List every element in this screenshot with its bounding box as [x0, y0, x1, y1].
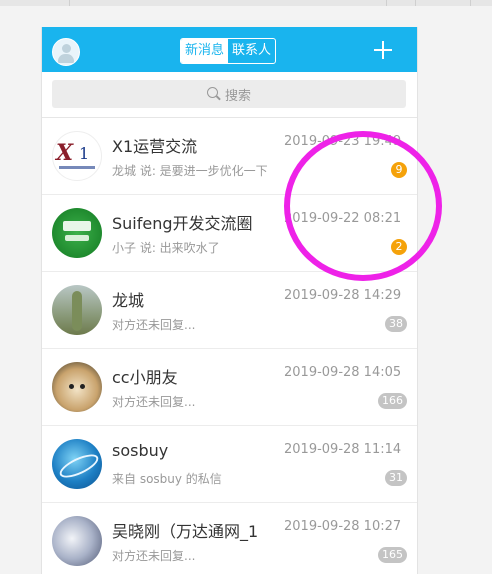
conversation-item[interactable]: Suifeng开发交流圈 2019-09-22 08:21 小子 说: 出来吹水… [42, 195, 417, 272]
conversation-time: 2019-09-28 14:29 [284, 288, 402, 303]
chat-panel: 新消息 联系人 搜索 X1 X1运营交流 2019-09-23 19:49 龙城… [41, 27, 418, 574]
conversation-preview: 对方还未回复... [112, 395, 196, 409]
tab-new-messages[interactable]: 新消息 [181, 39, 229, 63]
water-drops-avatar [52, 516, 102, 566]
x1-logo-avatar: X1 [52, 131, 102, 181]
conversation-preview: 龙城 说: 是要进一步优化一下 [112, 164, 268, 178]
conversation-time: 2019-09-23 19:49 [284, 134, 402, 149]
conversation-preview: 对方还未回复... [112, 318, 196, 332]
globe-avatar [52, 439, 102, 489]
conversation-preview: 来自 sosbuy 的私信 [112, 472, 222, 486]
conversation-time: 2019-09-28 10:27 [284, 519, 402, 534]
unread-badge: 38 [385, 316, 407, 332]
search-input[interactable]: 搜索 [52, 80, 406, 108]
tab-switcher: 新消息 联系人 [180, 38, 277, 64]
top-strip [0, 0, 492, 6]
conversation-name: X1运营交流 [112, 137, 198, 156]
conversation-item[interactable]: cc小朋友 2019-09-28 14:05 对方还未回复... 166 [42, 349, 417, 426]
search-area: 搜索 [42, 72, 417, 118]
chat-header: 新消息 联系人 [42, 27, 417, 72]
cactus-photo-avatar [52, 285, 102, 335]
unread-badge: 31 [385, 470, 407, 486]
conversation-time: 2019-09-28 14:05 [284, 365, 402, 380]
unread-badge: 9 [391, 162, 407, 178]
conversation-name: 吴晓刚（万达通网_1 [112, 522, 259, 541]
conversation-item[interactable]: 龙城 2019-09-28 14:29 对方还未回复... 38 [42, 272, 417, 349]
conversation-time: 2019-09-22 08:21 [284, 211, 402, 226]
tab-contacts[interactable]: 联系人 [228, 39, 275, 63]
conversation-name: Suifeng开发交流圈 [112, 214, 253, 233]
unread-badge: 2 [391, 239, 407, 255]
conversation-item[interactable]: 吴晓刚（万达通网_1 2019-09-28 10:27 对方还未回复... 16… [42, 503, 417, 574]
search-placeholder: 搜索 [224, 88, 251, 104]
conversation-time: 2019-09-28 11:14 [284, 442, 402, 457]
green-group-avatar [52, 208, 102, 258]
conversation-item[interactable]: sosbuy 2019-09-28 11:14 来自 sosbuy 的私信 31 [42, 426, 417, 503]
conversation-name: sosbuy [112, 441, 169, 460]
conversation-name: cc小朋友 [112, 368, 178, 387]
puppy-photo-avatar [52, 362, 102, 412]
conversation-item[interactable]: X1 X1运营交流 2019-09-23 19:49 龙城 说: 是要进一步优化… [42, 118, 417, 195]
plus-icon[interactable] [374, 41, 392, 59]
conversation-name: 龙城 [112, 291, 145, 310]
search-icon [206, 87, 221, 101]
conversation-preview: 对方还未回复... [112, 549, 196, 563]
unread-badge: 166 [378, 393, 407, 409]
unread-badge: 165 [378, 547, 407, 563]
conversation-preview: 小子 说: 出来吹水了 [112, 241, 220, 255]
my-avatar[interactable] [52, 38, 80, 66]
